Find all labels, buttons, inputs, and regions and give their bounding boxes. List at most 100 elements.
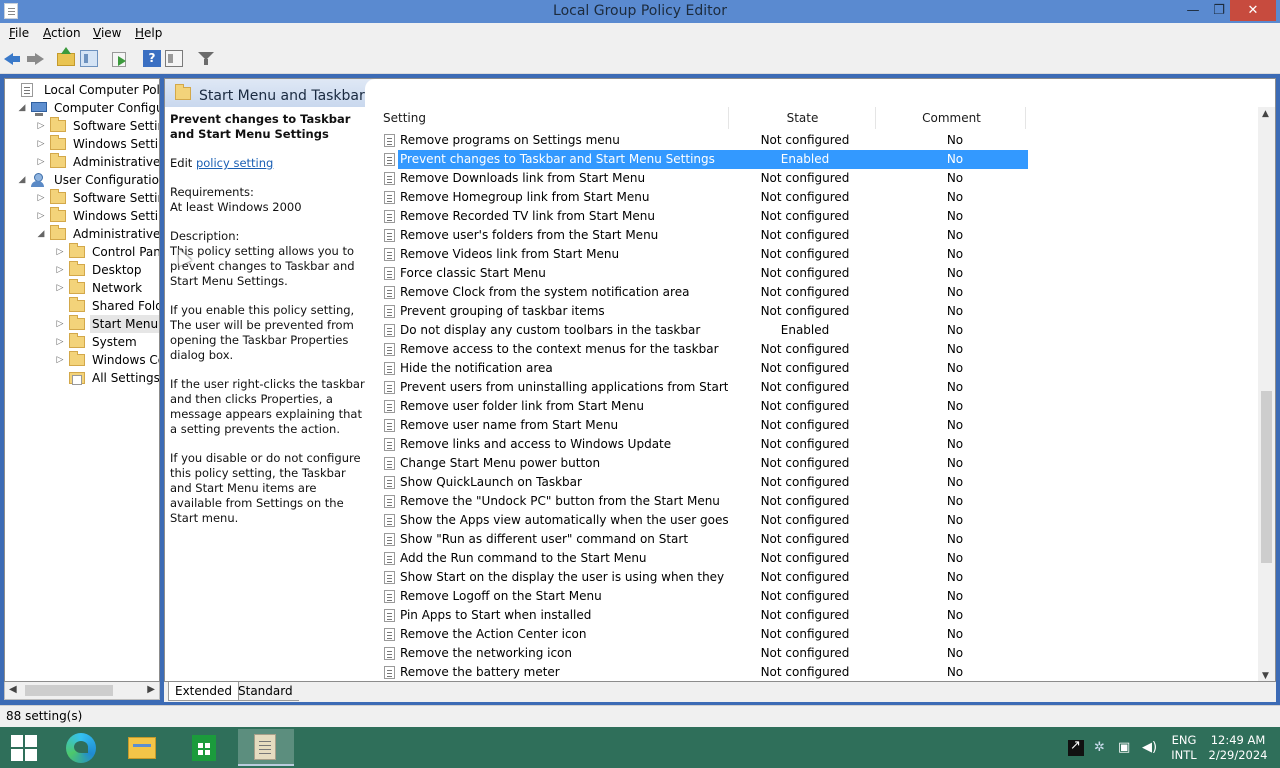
policy-setting-icon — [384, 552, 395, 565]
collapse-icon[interactable]: ◢ — [17, 99, 27, 117]
expand-icon[interactable]: ▷ — [55, 351, 65, 369]
volume-icon[interactable]: ◀) — [1142, 740, 1158, 756]
list-vertical-scrollbar[interactable]: ▲ ▼ — [1258, 107, 1275, 681]
pointer-tray-icon[interactable] — [1068, 738, 1084, 756]
expand-icon[interactable]: ▷ — [36, 117, 46, 135]
expand-icon[interactable]: ▷ — [36, 153, 46, 171]
table-row[interactable]: Pin Apps to Start when installed Not conf… — [382, 606, 1028, 625]
setting-state: Not configured — [760, 570, 850, 584]
expand-icon[interactable] — [7, 81, 17, 99]
tree-node-label: Administrative Te — [73, 227, 160, 241]
table-row[interactable]: Show QuickLaunch on Taskbar Not configure… — [382, 473, 1028, 492]
table-row[interactable]: Remove the Action Center icon Not configu… — [382, 625, 1028, 644]
policy-setting-icon — [384, 191, 395, 204]
navigation-tree[interactable]: Local Computer Policy ◢ Computer Configura… — [4, 78, 160, 682]
table-row[interactable]: Prevent changes to Taskbar and Start Men… — [382, 150, 1028, 169]
expand-icon[interactable]: ▷ — [36, 189, 46, 207]
tree-node-label: Local Computer Policy — [44, 83, 160, 97]
table-row[interactable]: Remove programs on Settings menu Not conf… — [382, 131, 1028, 150]
show-hide-tree-icon[interactable] — [80, 50, 98, 67]
clock[interactable]: 12:49 AM 2/29/2024 — [1206, 733, 1270, 763]
expand-icon[interactable] — [55, 369, 65, 387]
export-list-icon[interactable] — [111, 50, 129, 67]
folder-icon — [69, 315, 85, 330]
table-row[interactable]: Remove access to the context menus for t… — [382, 340, 1028, 359]
collapse-icon[interactable]: ◢ — [17, 171, 27, 189]
pane-header-title: Start Menu and Taskbar — [199, 88, 365, 104]
table-row[interactable]: Prevent users from uninstalling applicat… — [382, 378, 1028, 397]
table-row[interactable]: Remove Logoff on the Start Menu Not confi… — [382, 587, 1028, 606]
network-icon[interactable]: ▣ — [1118, 740, 1134, 756]
expand-icon[interactable]: ▷ — [36, 135, 46, 153]
menu-help[interactable]: Help — [135, 26, 162, 40]
table-row[interactable]: Remove user's folders from the Start Men… — [382, 226, 1028, 245]
help-icon[interactable]: ? — [143, 50, 161, 67]
table-row[interactable]: Force classic Start Menu Not configured No — [382, 264, 1028, 283]
window-title: Local Group Policy Editor — [553, 3, 727, 19]
setting-state: Not configured — [760, 133, 850, 147]
table-row[interactable]: Remove the networking icon Not configured… — [382, 644, 1028, 663]
table-row[interactable]: Show "Run as different user" command on … — [382, 530, 1028, 549]
column-header-state[interactable]: State — [730, 107, 876, 129]
scroll-thumb[interactable] — [1261, 391, 1272, 563]
menu-action[interactable]: Action — [43, 26, 81, 40]
collapse-icon[interactable]: ◢ — [36, 225, 46, 243]
table-row[interactable]: Remove Clock from the system notificatio… — [382, 283, 1028, 302]
table-row[interactable]: Remove user folder link from Start Menu N… — [382, 397, 1028, 416]
store-icon[interactable] — [180, 729, 228, 766]
expand-icon[interactable]: ▷ — [55, 243, 65, 261]
language-indicator[interactable]: ENG INTL — [1170, 733, 1198, 763]
scroll-up-icon[interactable]: ▲ — [1262, 109, 1269, 119]
forward-icon[interactable] — [27, 50, 45, 67]
table-row[interactable]: Do not display any custom toolbars in th… — [382, 321, 1028, 340]
table-row[interactable]: Prevent grouping of taskbar items Not con… — [382, 302, 1028, 321]
scroll-down-icon[interactable]: ▼ — [1262, 671, 1269, 681]
filter-icon[interactable] — [197, 50, 215, 67]
table-row[interactable]: Remove Downloads link from Start Menu Not… — [382, 169, 1028, 188]
start-button[interactable] — [11, 735, 37, 761]
close-button[interactable]: ✕ — [1230, 0, 1276, 21]
table-row[interactable]: Remove Videos link from Start Menu Not co… — [382, 245, 1028, 264]
expand-icon[interactable]: ▷ — [55, 315, 65, 333]
table-row[interactable]: Show the Apps view automatically when th… — [382, 511, 1028, 530]
toolbar: ? — [0, 44, 1280, 74]
scroll-thumb[interactable] — [25, 685, 113, 696]
tab-extended[interactable]: Extended — [168, 682, 239, 701]
menu-view[interactable]: View — [93, 26, 121, 40]
scroll-left-icon[interactable]: ◀ — [9, 684, 17, 695]
edge-icon[interactable] — [58, 729, 106, 766]
column-header-comment[interactable]: Comment — [878, 107, 1026, 129]
group-policy-editor-icon[interactable] — [238, 729, 294, 766]
tab-standard[interactable]: Standard — [232, 682, 299, 701]
expand-icon[interactable] — [55, 297, 65, 315]
table-row[interactable]: Remove user name from Start Menu Not conf… — [382, 416, 1028, 435]
table-row[interactable]: Remove Recorded TV link from Start Menu N… — [382, 207, 1028, 226]
expand-icon[interactable]: ▷ — [55, 333, 65, 351]
column-header-setting[interactable]: Setting — [383, 107, 729, 129]
policy-setting-icon — [384, 419, 395, 432]
table-row[interactable]: Show Start on the display the user is us… — [382, 568, 1028, 587]
edit-policy-setting-link[interactable]: policy setting — [196, 156, 273, 170]
tree-horizontal-scrollbar[interactable]: ◀ ▶ — [4, 682, 160, 700]
back-icon[interactable] — [4, 50, 22, 67]
expand-icon[interactable]: ▷ — [36, 207, 46, 225]
policy-setting-icon — [384, 628, 395, 641]
table-row[interactable]: Remove links and access to Windows Updat… — [382, 435, 1028, 454]
menu-file[interactable]: File — [9, 26, 29, 40]
setting-comment: No — [946, 570, 964, 584]
file-explorer-icon[interactable] — [118, 729, 166, 766]
expand-icon[interactable]: ▷ — [55, 261, 65, 279]
scroll-right-icon[interactable]: ▶ — [147, 684, 155, 695]
up-folder-icon[interactable] — [57, 47, 75, 66]
table-row[interactable]: Add the Run command to the Start Menu Not… — [382, 549, 1028, 568]
table-row[interactable]: Remove the battery meter Not configured No — [382, 663, 1028, 681]
properties-icon[interactable] — [165, 50, 183, 67]
network-status-icon[interactable]: ✲ — [1094, 740, 1110, 756]
table-row[interactable]: Remove the "Undock PC" button from the S… — [382, 492, 1028, 511]
setting-comment: No — [946, 361, 964, 375]
policy-setting-icon — [384, 134, 395, 147]
table-row[interactable]: Remove Homegroup link from Start Menu Not… — [382, 188, 1028, 207]
table-row[interactable]: Hide the notification area Not configured… — [382, 359, 1028, 378]
expand-icon[interactable]: ▷ — [55, 279, 65, 297]
table-row[interactable]: Change Start Menu power button Not config… — [382, 454, 1028, 473]
